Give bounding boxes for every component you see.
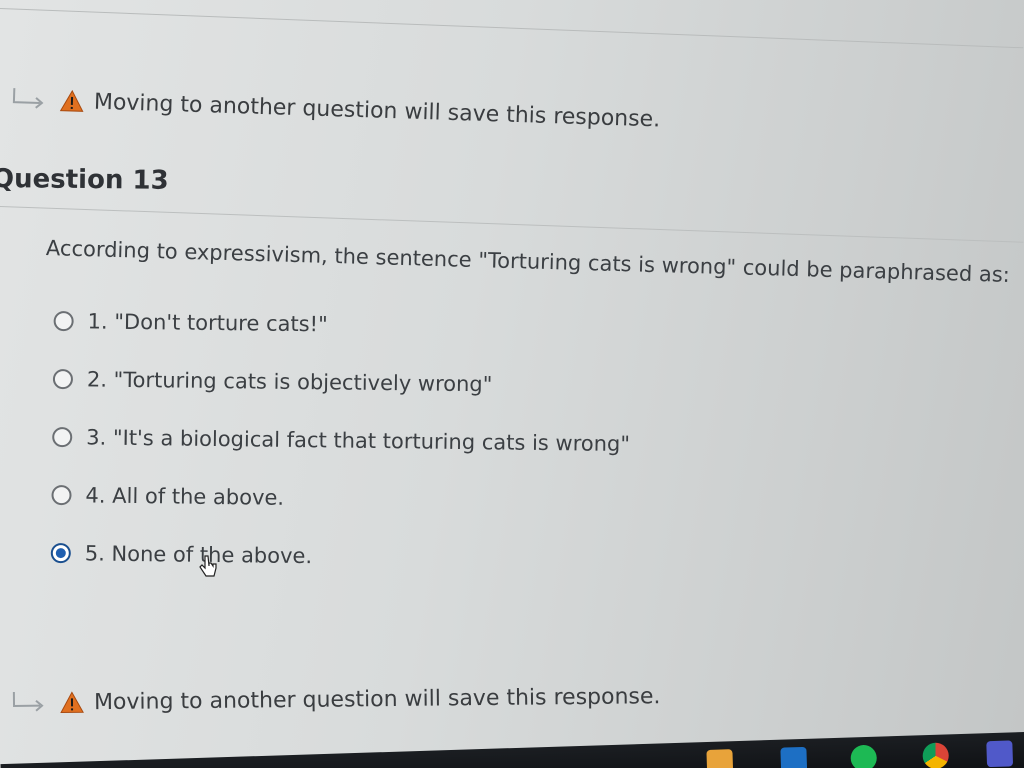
pointer-cursor-icon — [199, 555, 217, 577]
return-arrow-icon — [12, 88, 44, 109]
answer-options: 1. "Don't torture cats!" 2. "Torturing c… — [50, 292, 631, 589]
taskbar — [0, 732, 1024, 768]
warning-triangle-icon — [59, 89, 84, 112]
answer-option-4[interactable]: 4. All of the above. — [51, 466, 629, 531]
answer-option-5[interactable]: 5. None of the above. — [50, 524, 628, 589]
file-explorer-icon[interactable] — [706, 749, 734, 768]
save-warning-bottom: Moving to another question will save thi… — [10, 683, 661, 716]
radio-button[interactable] — [51, 484, 72, 506]
chrome-icon[interactable] — [922, 742, 950, 768]
return-arrow-icon — [12, 691, 44, 712]
warning-triangle-icon — [60, 691, 84, 713]
question-title: Question 13 — [0, 164, 169, 196]
outlook-icon[interactable] — [780, 746, 808, 768]
radio-button[interactable] — [53, 310, 74, 332]
answer-option-2[interactable]: 2. "Torturing cats is objectively wrong" — [52, 350, 631, 415]
save-warning-text: Moving to another question will save thi… — [93, 89, 661, 132]
radio-button[interactable] — [52, 368, 74, 390]
save-warning-text: Moving to another question will save thi… — [93, 683, 661, 715]
answer-label: 1. "Don't torture cats!" — [87, 309, 328, 337]
answer-label: 3. "It's a biological fact that torturin… — [86, 425, 631, 457]
save-warning-top: Moving to another question will save thi… — [10, 86, 661, 132]
question-prompt: According to expressivism, the sentence … — [45, 236, 1011, 287]
radio-button-selected[interactable] — [50, 542, 71, 564]
teams-icon[interactable] — [986, 740, 1014, 768]
answer-label: 4. All of the above. — [85, 483, 285, 510]
answer-option-1[interactable]: 1. "Don't torture cats!" — [53, 292, 631, 357]
answer-option-3[interactable]: 3. "It's a biological fact that torturin… — [52, 408, 630, 473]
radio-button[interactable] — [52, 426, 73, 448]
question-divider — [0, 206, 1024, 243]
top-divider — [0, 8, 1024, 49]
screen: Moving to another question will save thi… — [0, 0, 1024, 768]
answer-label: 2. "Torturing cats is objectively wrong" — [86, 367, 493, 397]
spotify-icon[interactable] — [850, 744, 878, 768]
